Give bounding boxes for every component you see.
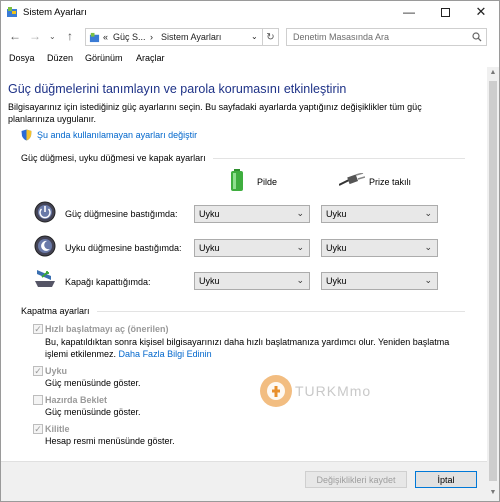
control-panel-icon (7, 7, 17, 17)
chevron-down-icon: ⌄ (296, 242, 304, 252)
select-value: Uyku (326, 276, 347, 286)
window: Sistem Ayarları — ✕ ← → ⌄ ↑ « Güç S... ›… (0, 0, 500, 502)
control-panel-icon (89, 32, 100, 43)
menu-tools[interactable]: Araçlar (136, 53, 165, 63)
battery-icon (231, 169, 243, 191)
section-divider (213, 158, 465, 159)
fast-startup-label: Hızlı başlatmayı aç (önerilen) (45, 324, 169, 334)
select-value: Uyku (326, 243, 347, 253)
up-icon[interactable]: ↑ (67, 29, 73, 43)
lid-close-plugged-select[interactable]: Uyku ⌄ (321, 272, 438, 290)
search-placeholder: Denetim Masasında Ara (293, 32, 390, 42)
power-button-icon (34, 201, 56, 223)
lid-close-label: Kapağı kapattığımda: (65, 277, 151, 287)
menu-file[interactable]: Dosya (9, 53, 35, 63)
lock-label: Kilitle (45, 424, 70, 434)
select-value: Uyku (199, 243, 220, 253)
menu-view[interactable]: Görünüm (85, 53, 123, 63)
search-icon (472, 32, 482, 42)
page-title: Güç düğmelerini tanımlayın ve parola kor… (8, 82, 347, 96)
fast-startup-checkbox[interactable]: ✓ (33, 324, 43, 334)
navigation-bar: ← → ⌄ ↑ « Güç S... › Sistem Ayarları ⌄ ↻… (1, 25, 499, 49)
hibernate-description: Güç menüsünde göster. (45, 407, 141, 417)
search-input[interactable]: Denetim Masasında Ara (286, 28, 487, 46)
watermark-text: TURKMmo (295, 383, 372, 399)
lock-description: Hesap resmi menüsünde göster. (45, 436, 175, 446)
cancel-button[interactable]: İptal (415, 471, 477, 488)
sleep-description: Güç menüsünde göster. (45, 378, 141, 388)
lid-close-battery-select[interactable]: Uyku ⌄ (194, 272, 310, 290)
select-value: Uyku (199, 276, 220, 286)
sleep-button-battery-select[interactable]: Uyku ⌄ (194, 239, 310, 257)
menu-edit[interactable]: Düzen (47, 53, 73, 63)
title-bar: Sistem Ayarları — ✕ (1, 1, 499, 23)
breadcrumb-system-settings[interactable]: Sistem Ayarları (161, 32, 221, 42)
page-description: Bilgisayarınız için istediğiniz güç ayar… (8, 102, 422, 124)
address-bar[interactable]: « Güç S... › Sistem Ayarları ⌄ (85, 28, 263, 46)
plug-icon (339, 173, 365, 186)
sleep-button-plugged-select[interactable]: Uyku ⌄ (321, 239, 438, 257)
recent-chevron-icon[interactable]: ⌄ (49, 32, 56, 41)
scroll-thumb[interactable] (489, 81, 497, 481)
chevron-down-icon: ⌄ (424, 208, 432, 218)
breadcrumb-separator: › (150, 32, 153, 42)
fast-startup-description: Bu, kapatıldıktan sonra kişisel bilgisay… (45, 337, 450, 347)
breadcrumb-power[interactable]: Güç S... (113, 32, 146, 42)
section-divider (97, 311, 465, 312)
content-area: Güç düğmelerini tanımlayın ve parola kor… (1, 67, 487, 461)
close-button[interactable]: ✕ (459, 1, 500, 23)
menu-bar: Dosya Düzen Görünüm Araçlar (1, 51, 487, 66)
power-section-title: Güç düğmesi, uyku düğmesi ve kapak ayarl… (21, 153, 206, 163)
hibernate-label: Hazırda Beklet (45, 395, 108, 405)
laptop-lid-icon (35, 270, 55, 287)
chevron-down-icon: ⌄ (424, 242, 432, 252)
footer-bar: Değişiklikleri kaydet İptal (1, 461, 487, 501)
sleep-button-icon (34, 235, 56, 257)
window-title: Sistem Ayarları (23, 7, 87, 18)
power-button-battery-select[interactable]: Uyku ⌄ (194, 205, 310, 223)
power-button-plugged-select[interactable]: Uyku ⌄ (321, 205, 438, 223)
vertical-scrollbar[interactable]: ▲ ▼ (487, 67, 499, 501)
forward-icon[interactable]: → (29, 29, 41, 43)
watermark: TURKMmo (259, 374, 409, 418)
chevron-down-icon: ⌄ (296, 275, 304, 285)
lock-checkbox[interactable]: ✓ (33, 424, 43, 434)
refresh-button[interactable]: ↻ (263, 28, 279, 46)
scroll-up-icon[interactable]: ▲ (487, 67, 499, 79)
select-value: Uyku (199, 209, 220, 219)
watermark-logo-icon (260, 375, 292, 407)
power-button-label: Güç düğmesine bastığımda: (65, 209, 178, 219)
sleep-label: Uyku (45, 366, 68, 376)
col-plugged-label: Prize takılı (369, 177, 412, 187)
select-value: Uyku (326, 209, 347, 219)
save-changes-button[interactable]: Değişiklikleri kaydet (305, 471, 407, 488)
hibernate-checkbox[interactable] (33, 395, 43, 405)
chevron-down-icon: ⌄ (296, 208, 304, 218)
uac-shield-icon (21, 129, 32, 141)
fast-startup-description-2: işlemi etkilenmez. Daha Fazla Bilgi Edin… (45, 349, 212, 361)
sleep-button-label: Uyku düğmesine bastığımda: (65, 243, 182, 253)
chevron-down-icon: ⌄ (424, 275, 432, 285)
learn-more-link[interactable]: Daha Fazla Bilgi Edinin (119, 349, 212, 359)
shutdown-section-title: Kapatma ayarları (21, 306, 90, 316)
fast-startup-description-tail: işlemi etkilenmez. (45, 349, 117, 359)
back-icon[interactable]: ← (9, 29, 21, 43)
change-unavailable-settings-link[interactable]: Şu anda kullanılamayan ayarları değiştir (37, 130, 197, 140)
breadcrumb-overflow[interactable]: « (103, 32, 108, 42)
scroll-down-icon[interactable]: ▼ (487, 487, 499, 499)
sleep-checkbox[interactable]: ✓ (33, 366, 43, 376)
col-battery-label: Pilde (257, 177, 278, 187)
address-dropdown-icon[interactable]: ⌄ (251, 32, 258, 41)
